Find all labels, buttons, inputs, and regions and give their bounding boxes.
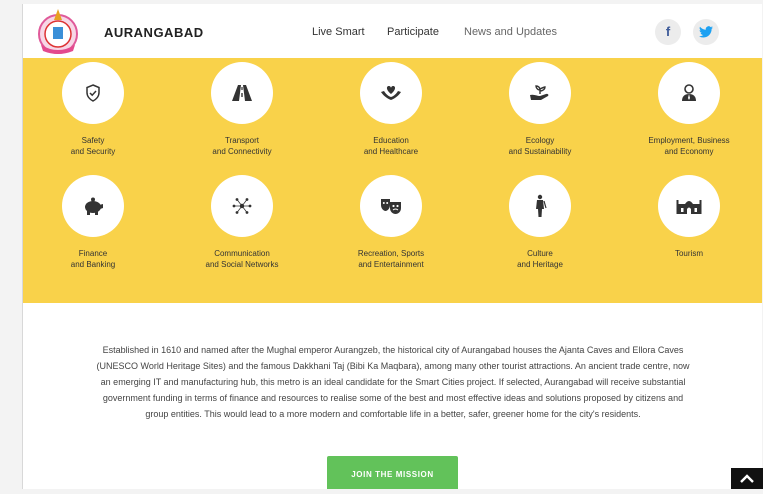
category-sublabel: and Social Networks xyxy=(205,260,279,269)
category-sublabel: and Heritage xyxy=(517,260,563,269)
category-finance[interactable]: Finance and Banking xyxy=(28,175,158,270)
category-transport[interactable]: Transport and Connectivity xyxy=(177,62,307,157)
piggy-bank-icon xyxy=(62,175,124,237)
theatre-masks-icon xyxy=(360,175,422,237)
category-label: Recreation, Sports xyxy=(357,249,425,258)
chevron-up-icon xyxy=(740,474,754,483)
category-sublabel: and Banking xyxy=(70,260,116,269)
plant-hand-icon xyxy=(509,62,571,124)
facebook-icon[interactable]: f xyxy=(655,19,681,45)
category-sublabel: and Healthcare xyxy=(363,147,419,156)
category-safety[interactable]: Safety and Security xyxy=(28,62,158,157)
category-ecology[interactable]: Ecology and Sustainability xyxy=(475,62,605,157)
site-header: AURANGABAD Live Smart Participate News a… xyxy=(23,4,762,58)
category-culture[interactable]: Culture and Heritage xyxy=(475,175,605,270)
shield-check-icon xyxy=(62,62,124,124)
join-the-mission-button[interactable]: JOIN THE MISSION xyxy=(327,456,458,489)
monument-icon xyxy=(658,175,720,237)
category-communication[interactable]: Communication and Social Networks xyxy=(177,175,307,270)
category-label: Transport xyxy=(225,136,259,145)
twitter-icon[interactable] xyxy=(693,19,719,45)
category-label: Culture xyxy=(527,249,553,258)
category-sublabel: and Connectivity xyxy=(212,147,272,156)
category-education[interactable]: Education and Healthcare xyxy=(326,62,456,157)
category-label: Finance xyxy=(78,249,108,258)
category-recreation[interactable]: Recreation, Sports and Entertainment xyxy=(326,175,456,270)
category-label: Employment, Business xyxy=(648,136,730,145)
about-text: Established in 1610 and named after the … xyxy=(96,345,690,419)
road-icon xyxy=(211,62,273,124)
category-label: Ecology xyxy=(525,136,555,145)
statue-icon xyxy=(509,175,571,237)
category-label: Safety xyxy=(81,136,105,145)
category-label: Tourism xyxy=(674,249,703,258)
category-sublabel: and Entertainment xyxy=(358,260,424,269)
category-sublabel: and Security xyxy=(70,147,116,156)
scroll-to-top-button[interactable] xyxy=(731,468,763,489)
nav-live-smart[interactable]: Live Smart xyxy=(312,26,365,38)
page: AURANGABAD Live Smart Participate News a… xyxy=(22,4,762,489)
city-logo[interactable] xyxy=(35,7,81,55)
category-employment[interactable]: Employment, Business and Economy xyxy=(624,62,754,157)
heart-hands-icon xyxy=(360,62,422,124)
network-icon xyxy=(211,175,273,237)
category-sublabel: and Sustainability xyxy=(508,147,572,156)
category-sublabel: and Economy xyxy=(664,147,714,156)
site-title[interactable]: AURANGABAD xyxy=(104,25,204,40)
person-icon xyxy=(658,62,720,124)
categories-section: Safety and Security Transport and Connecti… xyxy=(23,58,762,303)
nav-news-and-updates[interactable]: News and Updates xyxy=(464,26,557,38)
nav-participate[interactable]: Participate xyxy=(387,26,439,38)
category-label: Communication xyxy=(214,249,270,258)
category-label: Education xyxy=(373,136,409,145)
category-tourism[interactable]: Tourism xyxy=(624,175,754,259)
